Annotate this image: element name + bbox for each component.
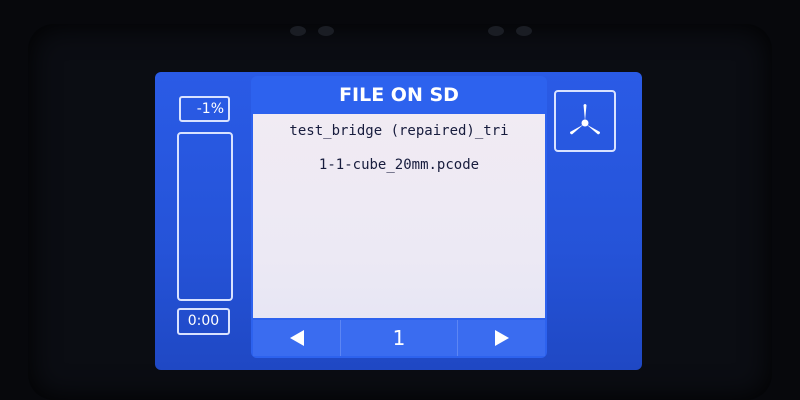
progress-bar [177, 132, 233, 301]
file-item[interactable] [253, 284, 545, 318]
file-list: test_bridge (repaired)_tri 1-1-cube_20mm… [253, 114, 545, 318]
elapsed-time: 0:00 [177, 308, 230, 335]
prev-page-button[interactable] [253, 320, 340, 356]
file-item[interactable] [253, 182, 545, 216]
progress-percent: -1% [179, 96, 230, 122]
file-item[interactable] [253, 250, 545, 284]
fan-icon [570, 104, 600, 135]
pager: 1 [253, 320, 545, 356]
lcd-screen: -1% 0:00 FILE ON SD test_bridge (repaire… [155, 72, 642, 370]
file-item[interactable]: test_bridge (repaired)_tri [253, 114, 545, 148]
fan-button[interactable] [554, 90, 616, 152]
next-page-button[interactable] [458, 320, 545, 356]
bezel-knob [318, 26, 334, 36]
bezel-knob [290, 26, 306, 36]
left-arrow-icon [289, 330, 304, 346]
right-arrow-icon [494, 330, 509, 346]
file-dialog: FILE ON SD test_bridge (repaired)_tri 1-… [251, 76, 547, 358]
page-number: 1 [340, 320, 458, 356]
dialog-title: FILE ON SD [339, 84, 459, 106]
file-item[interactable]: 1-1-cube_20mm.pcode [253, 148, 545, 182]
bezel-knob [516, 26, 532, 36]
file-item[interactable] [253, 216, 545, 250]
bezel-knob [488, 26, 504, 36]
